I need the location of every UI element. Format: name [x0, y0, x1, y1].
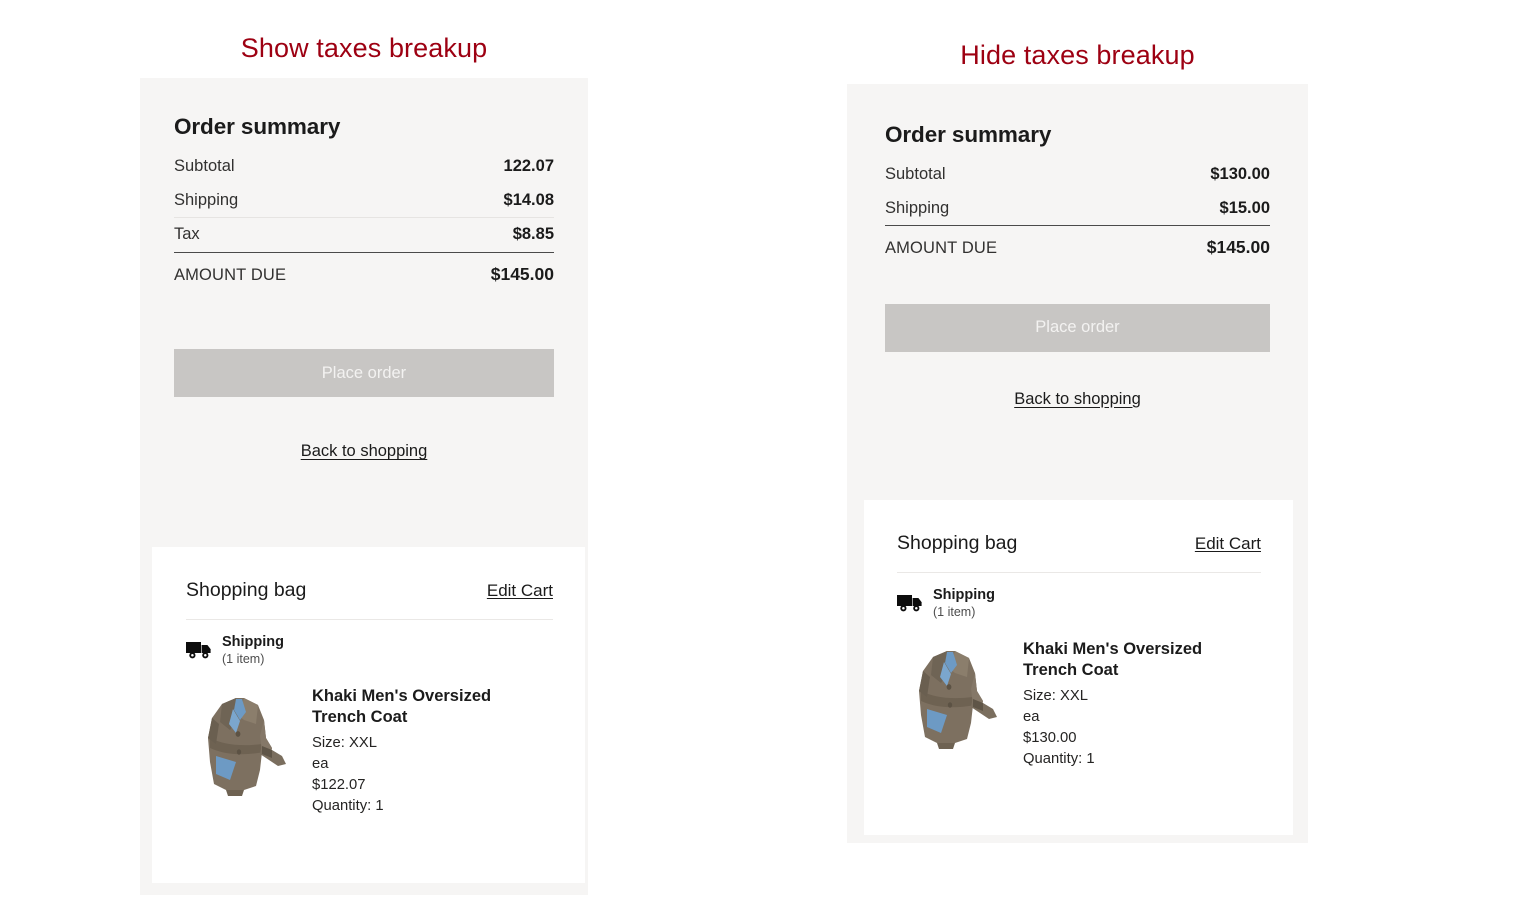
product-price: $122.07: [312, 776, 366, 793]
delivery-truck-icon: [186, 640, 214, 660]
product-thumbnail-khaki-trench-coat: [186, 686, 294, 798]
back-to-shopping-link[interactable]: Back to shopping: [174, 442, 554, 461]
shipping-label: Shipping: [933, 587, 996, 603]
summary-row-value: $15.00: [1219, 198, 1270, 217]
product-unit: ea: [1023, 708, 1040, 725]
summary-row-label: Tax: [174, 225, 200, 243]
product-name: Khaki Men's Oversized Trench Coat: [312, 687, 492, 727]
product-name: Khaki Men's Oversized Trench Coat: [1023, 640, 1203, 680]
summary-row-tax: Tax $8.85: [174, 218, 554, 252]
shopping-bag-card: Shopping bag Edit Cart Shipping (1 item): [152, 547, 585, 883]
product-info: Khaki Men's Oversized Trench Coat Size: …: [1023, 635, 1248, 769]
product-size: Size: XXL: [312, 734, 377, 751]
back-to-shopping-link[interactable]: Back to shopping: [885, 390, 1270, 409]
delivery-truck-icon: [897, 593, 925, 613]
summary-row-subtotal: Subtotal $130.00: [885, 158, 1270, 192]
shopping-bag-header: Shopping bag Edit Cart: [897, 532, 1261, 573]
summary-row-value: $8.85: [512, 225, 554, 243]
summary-row-shipping: Shipping $15.00: [885, 192, 1270, 226]
shipping-text-group: Shipping (1 item): [222, 634, 285, 667]
edit-cart-link[interactable]: Edit Cart: [1195, 534, 1261, 554]
cart-line-item: Khaki Men's Oversized Trench Coat Size: …: [897, 635, 1261, 769]
summary-row-subtotal: Subtotal 122.07: [174, 150, 554, 184]
amount-due-label: AMOUNT DUE: [174, 265, 287, 284]
summary-row-amount-due: AMOUNT DUE $145.00: [174, 251, 554, 293]
amount-due-label: AMOUNT DUE: [885, 239, 998, 257]
panel-title-hide-taxes: Hide taxes breakup: [960, 40, 1195, 70]
shipping-label: Shipping: [222, 634, 285, 650]
summary-row-shipping: Shipping $14.08: [174, 184, 554, 218]
place-order-button[interactable]: Place order: [174, 349, 554, 397]
summary-row-label: Subtotal: [174, 157, 235, 175]
product-quantity: Quantity: 1: [312, 797, 384, 814]
shopping-bag-card: Shopping bag Edit Cart Shipping (1 item): [864, 500, 1293, 835]
shipping-item-count: (1 item): [222, 652, 265, 667]
shipping-item-count: (1 item): [933, 605, 976, 620]
shopping-bag-title: Shopping bag: [897, 532, 1018, 554]
place-order-button[interactable]: Place order: [885, 303, 1270, 352]
cart-line-item: Khaki Men's Oversized Trench Coat Size: …: [186, 682, 553, 816]
summary-row-label: Shipping: [174, 190, 239, 209]
panel-title-show-taxes: Show taxes breakup: [240, 33, 488, 63]
shopping-bag-title: Shopping bag: [186, 579, 307, 601]
product-size: Size: XXL: [1023, 687, 1088, 704]
amount-due-value: $145.00: [1206, 237, 1270, 257]
product-info: Khaki Men's Oversized Trench Coat Size: …: [312, 682, 537, 816]
shopping-bag-header: Shopping bag Edit Cart: [186, 579, 553, 620]
summary-row-label: Subtotal: [885, 165, 946, 183]
product-price: $130.00: [1023, 729, 1077, 746]
order-summary-heading: Order summary: [885, 122, 1052, 147]
product-quantity: Quantity: 1: [1023, 750, 1095, 767]
summary-row-label: Shipping: [885, 198, 950, 217]
product-thumbnail-khaki-trench-coat: [897, 639, 1005, 751]
product-unit: ea: [312, 755, 329, 772]
summary-row-value: $130.00: [1210, 165, 1270, 183]
order-summary-heading: Order summary: [174, 114, 341, 139]
shipping-text-group: Shipping (1 item): [933, 587, 996, 620]
amount-due-value: $145.00: [490, 263, 554, 284]
summary-row-amount-due: AMOUNT DUE $145.00: [885, 225, 1270, 266]
shipping-group: Shipping (1 item): [186, 634, 553, 667]
summary-row-value: 122.07: [503, 157, 554, 175]
edit-cart-link[interactable]: Edit Cart: [487, 581, 553, 601]
shipping-group: Shipping (1 item): [897, 587, 1261, 620]
summary-row-value: $14.08: [503, 190, 554, 209]
